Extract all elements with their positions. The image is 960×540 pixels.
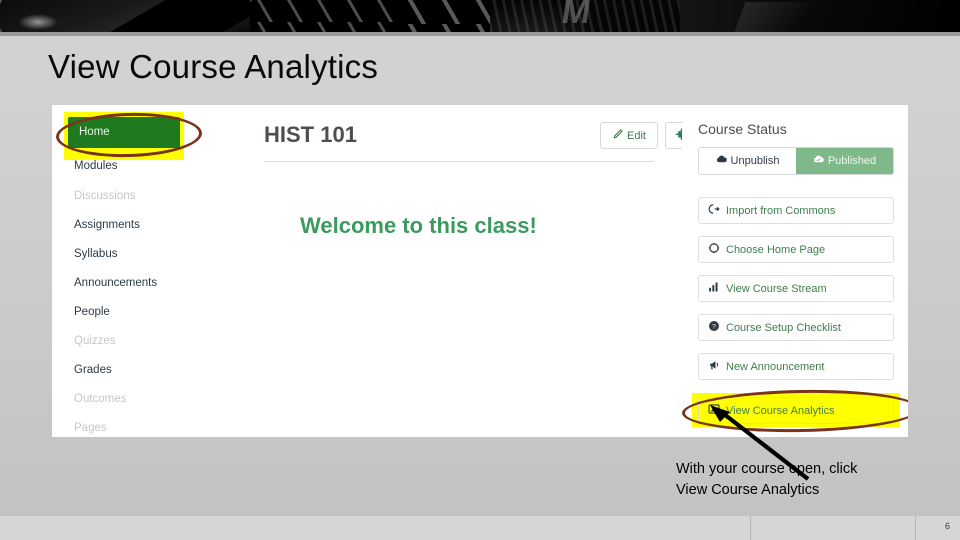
footer-divider-2 [915, 516, 916, 540]
sidebar-item-people[interactable]: People [74, 306, 110, 318]
edit-button-label: Edit [627, 129, 646, 142]
sidebar-item-outcomes[interactable]: Outcomes [74, 393, 126, 405]
cloud-check-icon [813, 154, 824, 168]
course-status-title: Course Status [698, 121, 787, 137]
banner-segment-dark [680, 0, 960, 32]
megaphone-icon [708, 359, 720, 374]
target-icon [708, 242, 720, 257]
course-setup-checklist-label: Course Setup Checklist [726, 321, 841, 334]
sidebar-item-announcements[interactable]: Announcements [74, 277, 157, 289]
question-circle-icon: ? [708, 320, 720, 335]
import-from-commons-button[interactable]: Import from Commons [698, 197, 894, 224]
footer-divider-1 [750, 516, 751, 540]
view-course-stream-label: View Course Stream [726, 282, 827, 295]
content-divider [264, 161, 654, 162]
sidebar-item-pages[interactable]: Pages [74, 422, 107, 434]
choose-home-page-button[interactable]: Choose Home Page [698, 236, 894, 263]
course-status-panel: Course Status Unpublish Published Import… [681, 105, 908, 437]
cloud-unpublish-icon [716, 154, 727, 168]
new-announcement-label: New Announcement [726, 360, 825, 373]
pencil-icon [612, 128, 623, 143]
course-home-content: HIST 101 Edit ▾ Welcome to this class! [212, 105, 703, 437]
published-label: Published [827, 155, 877, 167]
callout-line-2: View Course Analytics [676, 481, 820, 498]
publish-toggle-group: Unpublish Published [698, 147, 894, 175]
unpublish-button[interactable]: Unpublish [699, 148, 796, 174]
sidebar-item-quizzes[interactable]: Quizzes [74, 335, 116, 347]
unpublish-label: Unpublish [730, 155, 780, 167]
callout-caption: With your course open, click View Course… [676, 459, 926, 500]
slide-footer [0, 516, 960, 540]
sidebar-item-discussions[interactable]: Discussions [74, 190, 135, 202]
header-banner-image [0, 0, 960, 32]
banner-segment-tire [490, 0, 690, 32]
embedded-screenshot: Home Modules Discussions Assignments Syl… [52, 105, 908, 437]
choose-home-page-label: Choose Home Page [726, 243, 826, 256]
sidebar-item-syllabus[interactable]: Syllabus [74, 248, 117, 260]
import-arrow-icon [708, 203, 720, 218]
import-from-commons-label: Import from Commons [726, 204, 836, 217]
callout-line-1: With your course open, click [676, 461, 858, 477]
sidebar-item-assignments[interactable]: Assignments [74, 219, 140, 231]
svg-text:?: ? [712, 324, 716, 331]
page-number: 6 [944, 521, 950, 531]
edit-button[interactable]: Edit [600, 122, 658, 149]
course-code-heading: HIST 101 [264, 122, 357, 147]
view-course-stream-button[interactable]: View Course Stream [698, 275, 894, 302]
banner-segment-honeycomb-left [250, 0, 400, 32]
page-title: View Course Analytics [48, 48, 379, 85]
slide-canvas: View Course Analytics Home Modules Discu… [0, 0, 960, 540]
new-announcement-button[interactable]: New Announcement [698, 353, 894, 380]
sidebar-item-modules[interactable]: Modules [74, 160, 117, 172]
bar-chart-icon [708, 281, 720, 296]
banner-segment-blade [95, 0, 275, 32]
banner-divider [0, 32, 960, 36]
course-setup-checklist-button[interactable]: ? Course Setup Checklist [698, 314, 894, 341]
sidebar-item-grades[interactable]: Grades [74, 364, 112, 376]
welcome-heading: Welcome to this class! [300, 213, 537, 238]
course-navigation-sidebar: Home Modules Discussions Assignments Syl… [52, 105, 212, 437]
published-button[interactable]: Published [796, 148, 893, 174]
